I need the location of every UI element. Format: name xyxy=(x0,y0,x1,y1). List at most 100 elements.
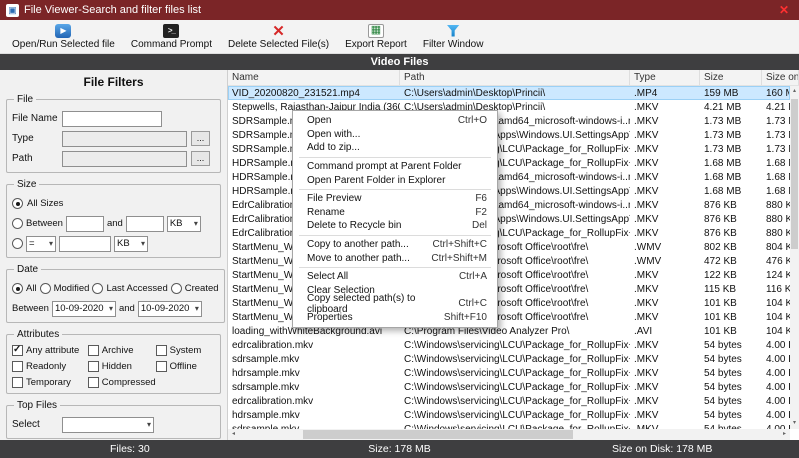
attribute-checkbox[interactable] xyxy=(12,361,23,372)
cell-size-on-disk: 1.73 MB xyxy=(762,116,790,127)
attribute-checkbox[interactable] xyxy=(156,345,167,356)
date-created-radio[interactable] xyxy=(171,283,182,294)
context-menu-item[interactable]: Delete to Recycle bin Del xyxy=(293,219,497,233)
file-group-legend: File xyxy=(14,94,36,105)
context-menu-item[interactable]: File Preview F6 xyxy=(293,192,497,206)
context-menu-item[interactable]: Select All Ctrl+A xyxy=(293,270,497,284)
cell-type: .MKV xyxy=(630,172,700,183)
column-header-size[interactable]: Size xyxy=(700,70,762,85)
all-sizes-option[interactable]: All Sizes xyxy=(12,195,215,212)
size-unit-select[interactable]: KB xyxy=(167,216,201,232)
attribute-option[interactable]: Archive xyxy=(88,345,156,356)
column-header-name[interactable]: Name xyxy=(228,70,400,85)
size-min-input[interactable] xyxy=(66,216,104,232)
context-menu-item[interactable]: Copy selected path(s) to clipboard Ctrl+… xyxy=(293,297,497,311)
toolbar-label: Open/Run Selected file xyxy=(12,39,115,50)
filter-panel-title: File Filters xyxy=(4,72,223,94)
type-browse-button[interactable]: ... xyxy=(191,131,210,146)
size-operator-select[interactable]: = xyxy=(26,236,56,252)
close-icon[interactable] xyxy=(775,3,793,17)
toolbar-button[interactable]: Filter Window xyxy=(415,20,492,53)
context-menu-item[interactable]: Copy to another path... Ctrl+Shift+C xyxy=(293,238,497,252)
date-group-legend: Date xyxy=(14,264,41,275)
cell-name: sdrsample.mkv xyxy=(228,382,400,393)
vertical-scrollbar[interactable] xyxy=(790,86,799,429)
column-header-type[interactable]: Type xyxy=(630,70,700,85)
table-row[interactable]: sdrsample.mkv C:\Windows\servicing\LCU\P… xyxy=(228,352,790,366)
file-name-input[interactable] xyxy=(62,111,162,127)
attribute-option[interactable]: Any attribute xyxy=(12,345,88,356)
table-row[interactable]: hdrsample.mkv C:\Windows\servicing\LCU\P… xyxy=(228,408,790,422)
cell-size-on-disk: 104 KB xyxy=(762,298,790,309)
size-between-radio[interactable] xyxy=(12,218,23,229)
context-menu-item[interactable]: Add to zip... xyxy=(293,141,497,155)
size-compare-radio[interactable] xyxy=(12,238,23,249)
cell-size: 54 bytes xyxy=(700,396,762,407)
scroll-down-icon[interactable] xyxy=(790,418,799,429)
attribute-option[interactable]: System xyxy=(156,345,215,356)
attribute-checkbox[interactable] xyxy=(12,345,23,356)
table-row[interactable]: edrcalibration.mkv C:\Windows\servicing\… xyxy=(228,338,790,352)
date-last-accessed-radio[interactable] xyxy=(92,283,103,294)
toolbar-button[interactable]: Open/Run Selected file xyxy=(4,20,123,53)
attribute-checkbox[interactable] xyxy=(88,345,99,356)
type-input[interactable] xyxy=(62,131,187,147)
cell-size: 472 KB xyxy=(700,256,762,267)
all-sizes-label: All Sizes xyxy=(27,198,63,209)
path-input[interactable] xyxy=(62,151,187,167)
scroll-left-icon[interactable] xyxy=(228,429,239,440)
scroll-up-icon[interactable] xyxy=(790,86,799,97)
table-row[interactable]: VID_20200820_231521.mp4 C:\Users\admin\D… xyxy=(228,86,790,100)
horizontal-scrollbar[interactable] xyxy=(228,429,790,440)
attribute-option[interactable]: Readonly xyxy=(12,361,88,372)
context-menu-item[interactable]: Move to another path... Ctrl+Shift+M xyxy=(293,251,497,265)
path-browse-button[interactable]: ... xyxy=(191,151,210,166)
status-size-on-disk: Size on Disk: 178 MB xyxy=(612,443,712,455)
vertical-scrollbar-thumb[interactable] xyxy=(791,99,798,249)
menu-item-label: Select All xyxy=(307,271,348,282)
attribute-checkbox[interactable] xyxy=(12,377,23,388)
attribute-label: Offline xyxy=(170,361,197,372)
all-sizes-radio[interactable] xyxy=(12,198,23,209)
table-row[interactable]: edrcalibration.mkv C:\Windows\servicing\… xyxy=(228,394,790,408)
date-all-radio[interactable] xyxy=(12,283,23,294)
context-menu-item[interactable]: Open Ctrl+O xyxy=(293,114,497,128)
attribute-checkbox[interactable] xyxy=(88,377,99,388)
date-modified-radio[interactable] xyxy=(40,283,51,294)
attribute-checkbox[interactable] xyxy=(88,361,99,372)
size-unit-select-2[interactable]: KB xyxy=(114,236,148,252)
date-from-value: 10-09-2020 xyxy=(55,303,104,314)
context-menu-item[interactable]: Open Parent Folder in Explorer xyxy=(293,173,497,187)
attribute-checkbox[interactable] xyxy=(156,361,167,372)
size-max-input[interactable] xyxy=(126,216,164,232)
context-menu-item[interactable]: Rename F2 xyxy=(293,206,497,220)
attribute-option[interactable]: Hidden xyxy=(88,361,156,372)
date-between-row: Between 10-09-2020 and 10-09-2020 xyxy=(12,300,219,317)
open-run-icon xyxy=(55,24,71,38)
toolbar-button[interactable]: Command Prompt xyxy=(123,20,220,53)
toolbar-button[interactable]: Export Report xyxy=(337,20,415,53)
table-row[interactable]: sdrsample.mkv C:\Windows\servicing\LCU\P… xyxy=(228,380,790,394)
attribute-option[interactable]: Temporary xyxy=(12,377,88,388)
top-files-select[interactable] xyxy=(62,417,154,433)
toolbar-button[interactable]: Delete Selected File(s) xyxy=(220,20,337,53)
context-menu-item[interactable]: Open with... xyxy=(293,128,497,142)
filter-panel: File Filters File File Name Type ... Pat… xyxy=(0,70,228,440)
table-row[interactable]: sdrsample.mkv C:\Windows\servicing\LCU\P… xyxy=(228,422,790,429)
date-mode-row: All Modified Last Accessed Created xyxy=(12,280,219,297)
column-header-path[interactable]: Path xyxy=(400,70,630,85)
scroll-right-icon[interactable] xyxy=(779,429,790,440)
context-menu-item[interactable]: Command prompt at Parent Folder xyxy=(293,160,497,174)
date-modified-label: Modified xyxy=(54,283,90,294)
cell-size: 54 bytes xyxy=(700,382,762,393)
attribute-option[interactable]: Offline xyxy=(156,361,215,372)
attribute-option[interactable]: Compressed xyxy=(88,377,156,388)
date-from-picker[interactable]: 10-09-2020 xyxy=(52,301,116,317)
cell-size-on-disk: 104 KB xyxy=(762,326,790,337)
column-header-size-on-disk[interactable]: Size on Disk xyxy=(762,70,799,85)
horizontal-scrollbar-thumb[interactable] xyxy=(303,430,573,439)
size-value-input[interactable] xyxy=(59,236,111,252)
table-row[interactable]: hdrsample.mkv C:\Windows\servicing\LCU\P… xyxy=(228,366,790,380)
cell-size: 54 bytes xyxy=(700,368,762,379)
date-to-picker[interactable]: 10-09-2020 xyxy=(138,301,202,317)
